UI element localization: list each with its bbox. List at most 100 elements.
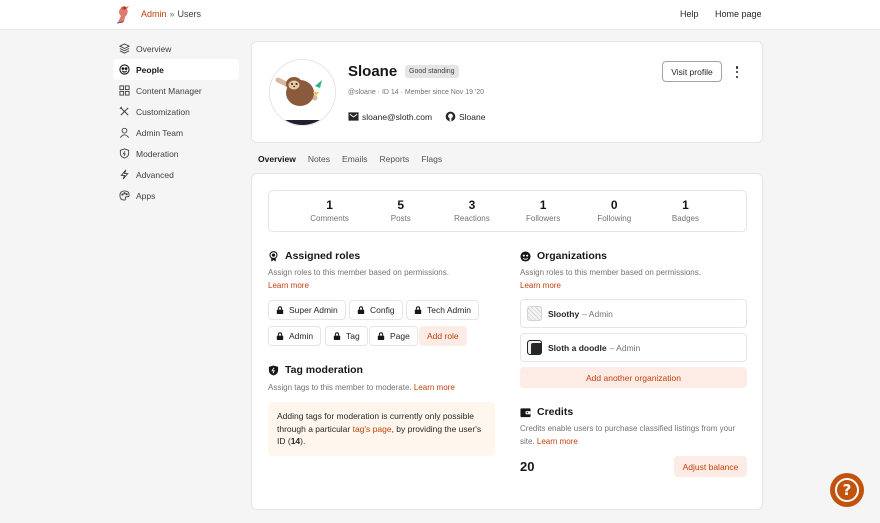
breadcrumb-separator: » [169,9,175,19]
role-label: Page [390,331,410,341]
role-chip-super-admin[interactable]: Super Admin [268,300,346,320]
sidebar-item-content-manager[interactable]: Content Manager [113,80,239,101]
stat-followers: 1 Followers [508,191,579,231]
kebab-dot-icon [735,66,739,69]
role-label: Tag [346,331,360,341]
mail-icon [348,112,359,121]
organization-item-sloothy[interactable]: Sloothy – Admin [520,299,747,328]
profile-card: Sloane Good standing @sloane · ID 14 · M… [251,41,763,143]
sidebar-item-customization[interactable]: Customization [113,101,239,122]
tags-page-link[interactable]: tag's page [353,424,392,434]
organization-logo [527,306,542,321]
sidebar-item-admin-team[interactable]: Admin Team [113,122,239,143]
kebab-dot-icon [735,70,739,74]
top-bar: Admin» Users Help Home page [0,0,880,30]
breadcrumb-current: Users [177,9,202,19]
sidebar-item-apps[interactable]: Apps [113,185,239,206]
wallet-icon [520,407,531,417]
organizations-description: Assign roles to this member based on per… [520,266,750,292]
stat-value: 0 [610,198,618,212]
role-chip-admin[interactable]: Admin [268,326,322,346]
shield-bolt-icon [268,364,279,376]
tab-emails[interactable]: Emails [342,154,368,164]
sidebar-item-label: People [136,64,164,75]
role-chip-tech-admin[interactable]: Tech Admin [406,300,479,320]
stat-label: Comments [310,214,349,223]
email-link[interactable]: sloane@sloth.com [348,111,432,122]
stat-label: Posts [390,214,411,223]
organizations-learn-more-link[interactable]: Learn more [520,281,561,290]
organization-role: – Admin [609,342,641,353]
stat-value: 1 [326,198,333,212]
tools-icon [119,106,130,117]
sidebar-item-moderation[interactable]: Moderation [113,143,239,164]
stat-label: Followers [525,214,561,223]
section-title-text: Organizations [537,250,608,262]
award-icon [269,250,278,262]
stat-comments: 1 Comments [294,191,365,231]
role-chip-tag[interactable]: Tag [325,326,368,346]
tag-moderation-learn-more-link[interactable]: Learn more [414,383,455,392]
user-icon [119,127,130,138]
profile-tabs: Overview Notes Emails Reports Flags [258,154,454,164]
tab-reports[interactable]: Reports [380,154,410,164]
sloth-avatar-icon [270,60,335,125]
credits-learn-more-link[interactable]: Learn more [537,437,578,446]
add-organization-button[interactable]: Add another organization [520,367,747,388]
breadcrumb-admin-link[interactable]: Admin [141,9,167,19]
help-button[interactable]: ? [830,473,864,507]
roles-desc-text: Assign roles to this member based on per… [268,268,449,277]
grid-icon [119,85,130,96]
stat-label: Following [597,214,632,223]
credits-description: Credits enable users to purchase classif… [520,422,740,448]
role-chip-config[interactable]: Config [349,300,403,320]
profile-name: Sloane [348,63,398,80]
visit-profile-button[interactable]: Visit profile [662,61,722,82]
github-username: Sloane [459,111,486,122]
tab-overview[interactable]: Overview [258,154,296,164]
tag-moderation-notice: Adding tags for moderation is currently … [268,402,495,456]
layers-icon [119,43,130,54]
sidebar-item-advanced[interactable]: Advanced [113,164,239,185]
credits-heading: Credits [520,406,573,418]
github-link[interactable]: Sloane [445,111,485,122]
organization-name: Sloothy [548,308,580,319]
home-page-link[interactable]: Home page [715,9,762,19]
add-role-button[interactable]: Add role [419,326,467,346]
organization-item-sloth-a-doodle[interactable]: Sloth a doodle – Admin [520,333,747,362]
assigned-roles-heading: Assigned roles [268,250,360,262]
organizations-desc-text: Assign roles to this member based on per… [520,268,701,277]
github-icon [445,111,456,122]
organization-name: Sloth a doodle [548,342,607,353]
lock-icon [276,332,284,340]
organization-logo [527,340,542,355]
forem-logo-icon[interactable] [112,3,134,25]
section-title-text: Assigned roles [285,250,361,262]
more-options-button[interactable] [732,65,742,79]
role-label: Tech Admin [427,305,471,315]
question-mark-icon: ? [835,478,859,502]
roles-learn-more-link[interactable]: Learn more [268,281,309,290]
stat-following: 0 Following [579,191,650,231]
help-link[interactable]: Help [680,9,699,19]
section-title-text: Tag moderation [285,364,363,376]
breadcrumb: Admin» Users [141,9,201,19]
adjust-balance-button[interactable]: Adjust balance [674,456,747,477]
stat-value: 1 [539,198,547,212]
lock-icon [333,332,341,340]
tag-moderation-desc-text: Assign tags to this member to moderate. [268,383,412,392]
people-icon [119,64,130,75]
sidebar-item-label: Content Manager [136,85,202,96]
status-badge: Good standing [405,65,459,78]
lock-icon [377,332,385,340]
stat-value: 3 [468,198,476,212]
tab-flags[interactable]: Flags [421,154,442,164]
tab-notes[interactable]: Notes [308,154,330,164]
notice-user-id: 14 [290,436,301,446]
stat-value: 1 [682,198,689,212]
sidebar-item-overview[interactable]: Overview [113,38,239,59]
organization-icon [520,250,531,262]
role-chip-page[interactable]: Page [369,326,418,346]
organizations-heading: Organizations [520,250,607,262]
sidebar-item-people[interactable]: People [113,59,239,80]
